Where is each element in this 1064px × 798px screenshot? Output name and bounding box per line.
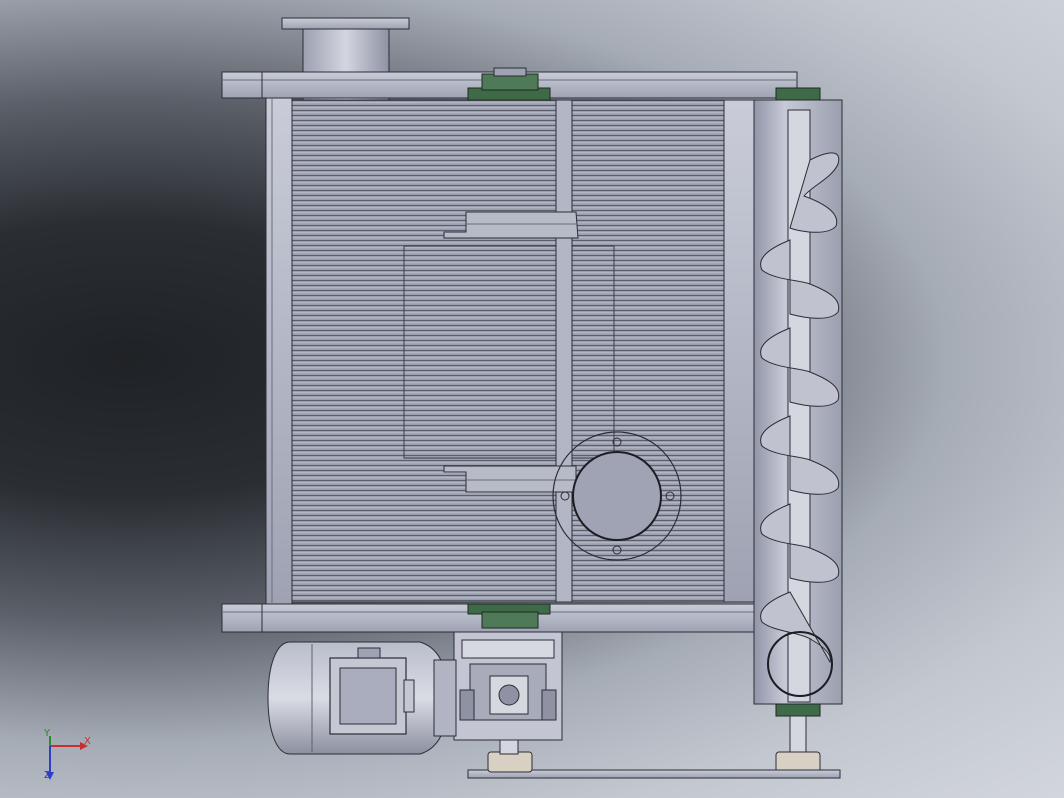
machine-model[interactable] xyxy=(0,0,1064,798)
triad-x-label: X xyxy=(84,736,91,747)
triad-z-label: Z xyxy=(44,770,51,781)
screw-conveyor[interactable] xyxy=(753,87,843,773)
right-side-plate[interactable] xyxy=(723,99,755,603)
gearbox[interactable] xyxy=(453,631,563,741)
left-side-frame[interactable] xyxy=(265,97,293,605)
screen-drum[interactable] xyxy=(291,99,725,603)
triad-y-label: Y xyxy=(44,728,51,739)
cad-viewport[interactable]: X Y Z xyxy=(0,0,1064,798)
axis-triad: X Y Z xyxy=(40,728,100,782)
motor[interactable] xyxy=(267,641,457,755)
